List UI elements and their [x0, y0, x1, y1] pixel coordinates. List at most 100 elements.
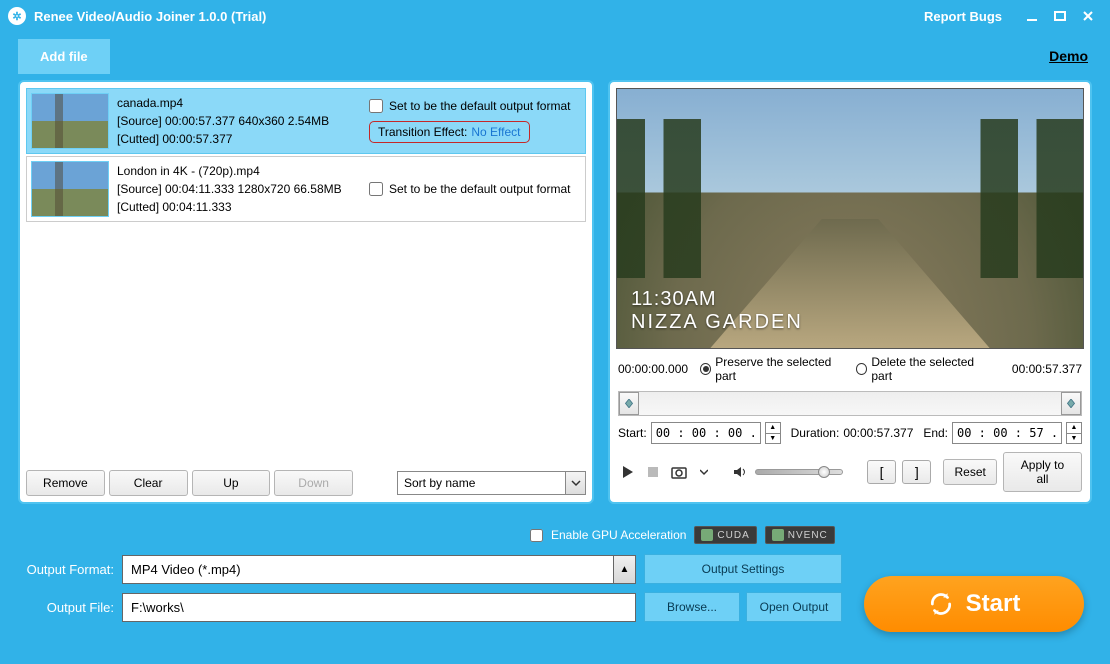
- output-format-combobox[interactable]: ▲: [122, 555, 636, 584]
- file-name: London in 4K - (720p).mp4: [117, 162, 361, 180]
- report-bugs-link[interactable]: Report Bugs: [924, 9, 1002, 24]
- default-format-label: Set to be the default output format: [389, 99, 570, 113]
- range-slider[interactable]: [618, 391, 1082, 416]
- selection-mode-row: 00:00:00.000 Preserve the selected part …: [616, 349, 1084, 389]
- refresh-icon: [928, 591, 954, 617]
- transition-effect-box[interactable]: Transition Effect: No Effect: [369, 121, 530, 143]
- preview-overlay-place: NIZZA GARDEN: [631, 311, 1069, 334]
- gpu-label: Enable GPU Acceleration: [551, 528, 686, 542]
- maximize-button[interactable]: [1046, 6, 1074, 26]
- end-time-input[interactable]: [952, 422, 1062, 444]
- time-position-start: 00:00:00.000: [618, 362, 688, 376]
- end-label: End:: [923, 426, 948, 440]
- file-item[interactable]: canada.mp4 [Source] 00:00:57.377 640x360…: [26, 88, 586, 154]
- file-list: canada.mp4 [Source] 00:00:57.377 640x360…: [26, 88, 586, 464]
- start-label: Start:: [618, 426, 647, 440]
- chevron-down-icon[interactable]: [695, 462, 715, 482]
- cuda-badge: CUDA: [694, 526, 756, 544]
- transition-label: Transition Effect:: [378, 125, 467, 139]
- nvidia-icon: [772, 529, 784, 541]
- delete-radio[interactable]: Delete the selected part: [856, 355, 988, 383]
- time-fields-row: Start: ▲▼ Duration: 00:00:57.377 End: ▲▼: [616, 418, 1084, 448]
- file-list-controls: Remove Clear Up Down: [26, 470, 586, 496]
- output-settings-button[interactable]: Output Settings: [644, 554, 842, 584]
- stop-icon[interactable]: [644, 462, 664, 482]
- title-bar: ✲ Renee Video/Audio Joiner 1.0.0 (Trial)…: [0, 0, 1110, 32]
- time-position-end: 00:00:57.377: [1012, 362, 1082, 376]
- sort-combobox[interactable]: [397, 471, 586, 495]
- range-handle-right[interactable]: [1061, 392, 1081, 415]
- volume-knob[interactable]: [818, 466, 830, 478]
- volume-icon[interactable]: [730, 462, 750, 482]
- app-logo-icon: ✲: [8, 7, 26, 25]
- file-thumbnail: [31, 161, 109, 217]
- start-label: Start: [966, 590, 1021, 618]
- gpu-checkbox[interactable]: [530, 529, 543, 542]
- file-thumbnail: [31, 93, 109, 149]
- file-cutted: [Cutted] 00:00:57.377: [117, 130, 361, 148]
- start-wrap: Start: [864, 576, 1084, 632]
- default-format-checkbox[interactable]: Set to be the default output format: [369, 182, 570, 196]
- play-icon[interactable]: [618, 462, 638, 482]
- start-button[interactable]: Start: [864, 576, 1084, 632]
- duration-label: Duration:: [791, 426, 840, 440]
- main-area: canada.mp4 [Source] 00:00:57.377 640x360…: [0, 80, 1110, 504]
- delete-label: Delete the selected part: [871, 355, 988, 383]
- output-file-input[interactable]: [122, 593, 636, 622]
- sort-input[interactable]: [397, 471, 566, 495]
- browse-button[interactable]: Browse...: [644, 592, 740, 622]
- file-info: canada.mp4 [Source] 00:00:57.377 640x360…: [117, 93, 361, 149]
- video-preview[interactable]: 11:30AM NIZZA GARDEN: [616, 88, 1084, 349]
- app-title: Renee Video/Audio Joiner 1.0.0 (Trial): [34, 9, 266, 24]
- duration-value: 00:00:57.377: [843, 426, 913, 440]
- file-list-panel: canada.mp4 [Source] 00:00:57.377 640x360…: [18, 80, 594, 504]
- file-info: London in 4K - (720p).mp4 [Source] 00:04…: [117, 161, 361, 217]
- volume-slider[interactable]: [755, 469, 843, 475]
- nvidia-icon: [701, 529, 713, 541]
- open-output-button[interactable]: Open Output: [746, 592, 842, 622]
- down-button[interactable]: Down: [274, 470, 353, 496]
- nvenc-badge: NVENC: [765, 526, 835, 544]
- preview-panel: 11:30AM NIZZA GARDEN 00:00:00.000 Preser…: [608, 80, 1092, 504]
- gpu-row: Enable GPU Acceleration CUDA NVENC: [530, 526, 1092, 544]
- output-format-input[interactable]: [122, 555, 614, 584]
- file-source: [Source] 00:04:11.333 1280x720 66.58MB: [117, 180, 361, 198]
- start-stepper[interactable]: ▲▼: [765, 422, 781, 444]
- chevron-down-icon[interactable]: [566, 471, 586, 495]
- default-format-input[interactable]: [369, 182, 383, 196]
- snapshot-icon[interactable]: [669, 462, 689, 482]
- file-item[interactable]: London in 4K - (720p).mp4 [Source] 00:04…: [26, 156, 586, 222]
- default-format-label: Set to be the default output format: [389, 182, 570, 196]
- chevron-up-icon[interactable]: ▲: [614, 555, 636, 584]
- preserve-radio[interactable]: Preserve the selected part: [700, 355, 844, 383]
- file-options: Set to be the default output format Tran…: [369, 93, 570, 149]
- end-stepper[interactable]: ▲▼: [1066, 422, 1082, 444]
- file-options: Set to be the default output format: [369, 161, 570, 217]
- reset-button[interactable]: Reset: [943, 459, 996, 485]
- file-cutted: [Cutted] 00:04:11.333: [117, 198, 361, 216]
- clear-button[interactable]: Clear: [109, 470, 188, 496]
- up-button[interactable]: Up: [192, 470, 271, 496]
- preview-overlay-time: 11:30AM: [631, 288, 1069, 311]
- output-file-field[interactable]: [122, 593, 636, 622]
- mark-in-button[interactable]: [: [867, 460, 896, 484]
- output-format-label: Output Format:: [18, 562, 114, 577]
- close-button[interactable]: [1074, 6, 1102, 26]
- demo-link[interactable]: Demo: [1049, 48, 1088, 64]
- apply-to-all-button[interactable]: Apply to all: [1003, 452, 1082, 492]
- top-row: Add file Demo: [0, 32, 1110, 80]
- minimize-button[interactable]: [1018, 6, 1046, 26]
- range-handle-left[interactable]: [619, 392, 639, 415]
- file-source: [Source] 00:00:57.377 640x360 2.54MB: [117, 112, 361, 130]
- mark-out-button[interactable]: ]: [902, 460, 931, 484]
- start-time-input[interactable]: [651, 422, 761, 444]
- file-name: canada.mp4: [117, 94, 361, 112]
- default-format-checkbox[interactable]: Set to be the default output format: [369, 99, 570, 113]
- preserve-label: Preserve the selected part: [715, 355, 844, 383]
- playback-controls: [ ] Reset Apply to all: [616, 448, 1084, 496]
- add-file-button[interactable]: Add file: [18, 39, 110, 74]
- default-format-input[interactable]: [369, 99, 383, 113]
- transition-value-link[interactable]: No Effect: [471, 125, 520, 139]
- remove-button[interactable]: Remove: [26, 470, 105, 496]
- output-file-label: Output File:: [18, 600, 114, 615]
